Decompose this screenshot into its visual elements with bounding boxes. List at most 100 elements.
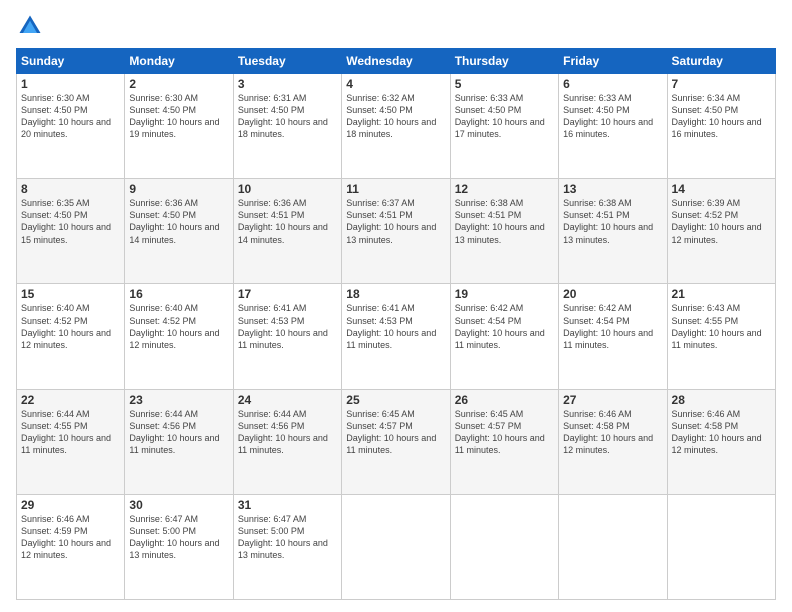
day-cell: 23 Sunrise: 6:44 AMSunset: 4:56 PMDaylig… xyxy=(125,389,233,494)
day-cell: 18 Sunrise: 6:41 AMSunset: 4:53 PMDaylig… xyxy=(342,284,450,389)
day-info: Sunrise: 6:47 AMSunset: 5:00 PMDaylight:… xyxy=(129,514,219,560)
logo xyxy=(16,12,48,40)
day-cell: 1 Sunrise: 6:30 AMSunset: 4:50 PMDayligh… xyxy=(17,74,125,179)
day-info: Sunrise: 6:33 AMSunset: 4:50 PMDaylight:… xyxy=(563,93,653,139)
day-number: 28 xyxy=(672,393,771,407)
day-cell: 15 Sunrise: 6:40 AMSunset: 4:52 PMDaylig… xyxy=(17,284,125,389)
day-info: Sunrise: 6:31 AMSunset: 4:50 PMDaylight:… xyxy=(238,93,328,139)
day-info: Sunrise: 6:36 AMSunset: 4:50 PMDaylight:… xyxy=(129,198,219,244)
day-info: Sunrise: 6:43 AMSunset: 4:55 PMDaylight:… xyxy=(672,303,762,349)
day-cell: 2 Sunrise: 6:30 AMSunset: 4:50 PMDayligh… xyxy=(125,74,233,179)
header xyxy=(16,12,776,40)
day-cell: 11 Sunrise: 6:37 AMSunset: 4:51 PMDaylig… xyxy=(342,179,450,284)
day-cell: 27 Sunrise: 6:46 AMSunset: 4:58 PMDaylig… xyxy=(559,389,667,494)
day-cell: 28 Sunrise: 6:46 AMSunset: 4:58 PMDaylig… xyxy=(667,389,775,494)
day-number: 29 xyxy=(21,498,120,512)
day-info: Sunrise: 6:30 AMSunset: 4:50 PMDaylight:… xyxy=(21,93,111,139)
day-number: 19 xyxy=(455,287,554,301)
day-cell: 3 Sunrise: 6:31 AMSunset: 4:50 PMDayligh… xyxy=(233,74,341,179)
weekday-monday: Monday xyxy=(125,49,233,74)
day-number: 2 xyxy=(129,77,228,91)
day-number: 5 xyxy=(455,77,554,91)
day-cell: 19 Sunrise: 6:42 AMSunset: 4:54 PMDaylig… xyxy=(450,284,558,389)
week-row-3: 15 Sunrise: 6:40 AMSunset: 4:52 PMDaylig… xyxy=(17,284,776,389)
day-number: 16 xyxy=(129,287,228,301)
day-number: 8 xyxy=(21,182,120,196)
day-number: 27 xyxy=(563,393,662,407)
day-info: Sunrise: 6:35 AMSunset: 4:50 PMDaylight:… xyxy=(21,198,111,244)
weekday-header-row: SundayMondayTuesdayWednesdayThursdayFrid… xyxy=(17,49,776,74)
day-info: Sunrise: 6:37 AMSunset: 4:51 PMDaylight:… xyxy=(346,198,436,244)
day-cell: 16 Sunrise: 6:40 AMSunset: 4:52 PMDaylig… xyxy=(125,284,233,389)
day-cell xyxy=(450,494,558,599)
day-info: Sunrise: 6:45 AMSunset: 4:57 PMDaylight:… xyxy=(346,409,436,455)
day-info: Sunrise: 6:38 AMSunset: 4:51 PMDaylight:… xyxy=(455,198,545,244)
day-info: Sunrise: 6:42 AMSunset: 4:54 PMDaylight:… xyxy=(455,303,545,349)
day-info: Sunrise: 6:44 AMSunset: 4:56 PMDaylight:… xyxy=(129,409,219,455)
day-cell: 22 Sunrise: 6:44 AMSunset: 4:55 PMDaylig… xyxy=(17,389,125,494)
day-cell xyxy=(667,494,775,599)
day-info: Sunrise: 6:44 AMSunset: 4:56 PMDaylight:… xyxy=(238,409,328,455)
day-number: 6 xyxy=(563,77,662,91)
day-cell: 8 Sunrise: 6:35 AMSunset: 4:50 PMDayligh… xyxy=(17,179,125,284)
calendar-table: SundayMondayTuesdayWednesdayThursdayFrid… xyxy=(16,48,776,600)
day-cell: 21 Sunrise: 6:43 AMSunset: 4:55 PMDaylig… xyxy=(667,284,775,389)
day-cell xyxy=(342,494,450,599)
weekday-saturday: Saturday xyxy=(667,49,775,74)
day-number: 18 xyxy=(346,287,445,301)
day-cell xyxy=(559,494,667,599)
logo-icon xyxy=(16,12,44,40)
day-info: Sunrise: 6:41 AMSunset: 4:53 PMDaylight:… xyxy=(238,303,328,349)
week-row-4: 22 Sunrise: 6:44 AMSunset: 4:55 PMDaylig… xyxy=(17,389,776,494)
day-info: Sunrise: 6:46 AMSunset: 4:59 PMDaylight:… xyxy=(21,514,111,560)
day-number: 21 xyxy=(672,287,771,301)
day-number: 9 xyxy=(129,182,228,196)
weekday-tuesday: Tuesday xyxy=(233,49,341,74)
weekday-thursday: Thursday xyxy=(450,49,558,74)
day-cell: 5 Sunrise: 6:33 AMSunset: 4:50 PMDayligh… xyxy=(450,74,558,179)
day-cell: 31 Sunrise: 6:47 AMSunset: 5:00 PMDaylig… xyxy=(233,494,341,599)
day-info: Sunrise: 6:44 AMSunset: 4:55 PMDaylight:… xyxy=(21,409,111,455)
day-number: 23 xyxy=(129,393,228,407)
day-number: 7 xyxy=(672,77,771,91)
day-number: 25 xyxy=(346,393,445,407)
day-info: Sunrise: 6:39 AMSunset: 4:52 PMDaylight:… xyxy=(672,198,762,244)
day-cell: 4 Sunrise: 6:32 AMSunset: 4:50 PMDayligh… xyxy=(342,74,450,179)
day-number: 17 xyxy=(238,287,337,301)
day-number: 13 xyxy=(563,182,662,196)
day-info: Sunrise: 6:40 AMSunset: 4:52 PMDaylight:… xyxy=(21,303,111,349)
day-number: 30 xyxy=(129,498,228,512)
weekday-sunday: Sunday xyxy=(17,49,125,74)
day-cell: 14 Sunrise: 6:39 AMSunset: 4:52 PMDaylig… xyxy=(667,179,775,284)
day-info: Sunrise: 6:38 AMSunset: 4:51 PMDaylight:… xyxy=(563,198,653,244)
day-cell: 13 Sunrise: 6:38 AMSunset: 4:51 PMDaylig… xyxy=(559,179,667,284)
day-cell: 10 Sunrise: 6:36 AMSunset: 4:51 PMDaylig… xyxy=(233,179,341,284)
day-number: 20 xyxy=(563,287,662,301)
day-cell: 9 Sunrise: 6:36 AMSunset: 4:50 PMDayligh… xyxy=(125,179,233,284)
day-cell: 6 Sunrise: 6:33 AMSunset: 4:50 PMDayligh… xyxy=(559,74,667,179)
day-info: Sunrise: 6:34 AMSunset: 4:50 PMDaylight:… xyxy=(672,93,762,139)
day-number: 12 xyxy=(455,182,554,196)
day-cell: 20 Sunrise: 6:42 AMSunset: 4:54 PMDaylig… xyxy=(559,284,667,389)
weekday-wednesday: Wednesday xyxy=(342,49,450,74)
day-cell: 25 Sunrise: 6:45 AMSunset: 4:57 PMDaylig… xyxy=(342,389,450,494)
page: SundayMondayTuesdayWednesdayThursdayFrid… xyxy=(0,0,792,612)
day-cell: 12 Sunrise: 6:38 AMSunset: 4:51 PMDaylig… xyxy=(450,179,558,284)
day-info: Sunrise: 6:47 AMSunset: 5:00 PMDaylight:… xyxy=(238,514,328,560)
day-info: Sunrise: 6:45 AMSunset: 4:57 PMDaylight:… xyxy=(455,409,545,455)
week-row-5: 29 Sunrise: 6:46 AMSunset: 4:59 PMDaylig… xyxy=(17,494,776,599)
day-number: 10 xyxy=(238,182,337,196)
day-info: Sunrise: 6:36 AMSunset: 4:51 PMDaylight:… xyxy=(238,198,328,244)
week-row-2: 8 Sunrise: 6:35 AMSunset: 4:50 PMDayligh… xyxy=(17,179,776,284)
day-cell: 24 Sunrise: 6:44 AMSunset: 4:56 PMDaylig… xyxy=(233,389,341,494)
day-info: Sunrise: 6:40 AMSunset: 4:52 PMDaylight:… xyxy=(129,303,219,349)
weekday-friday: Friday xyxy=(559,49,667,74)
day-cell: 29 Sunrise: 6:46 AMSunset: 4:59 PMDaylig… xyxy=(17,494,125,599)
day-cell: 17 Sunrise: 6:41 AMSunset: 4:53 PMDaylig… xyxy=(233,284,341,389)
day-number: 1 xyxy=(21,77,120,91)
day-info: Sunrise: 6:33 AMSunset: 4:50 PMDaylight:… xyxy=(455,93,545,139)
day-info: Sunrise: 6:32 AMSunset: 4:50 PMDaylight:… xyxy=(346,93,436,139)
day-cell: 30 Sunrise: 6:47 AMSunset: 5:00 PMDaylig… xyxy=(125,494,233,599)
day-info: Sunrise: 6:30 AMSunset: 4:50 PMDaylight:… xyxy=(129,93,219,139)
day-info: Sunrise: 6:46 AMSunset: 4:58 PMDaylight:… xyxy=(563,409,653,455)
